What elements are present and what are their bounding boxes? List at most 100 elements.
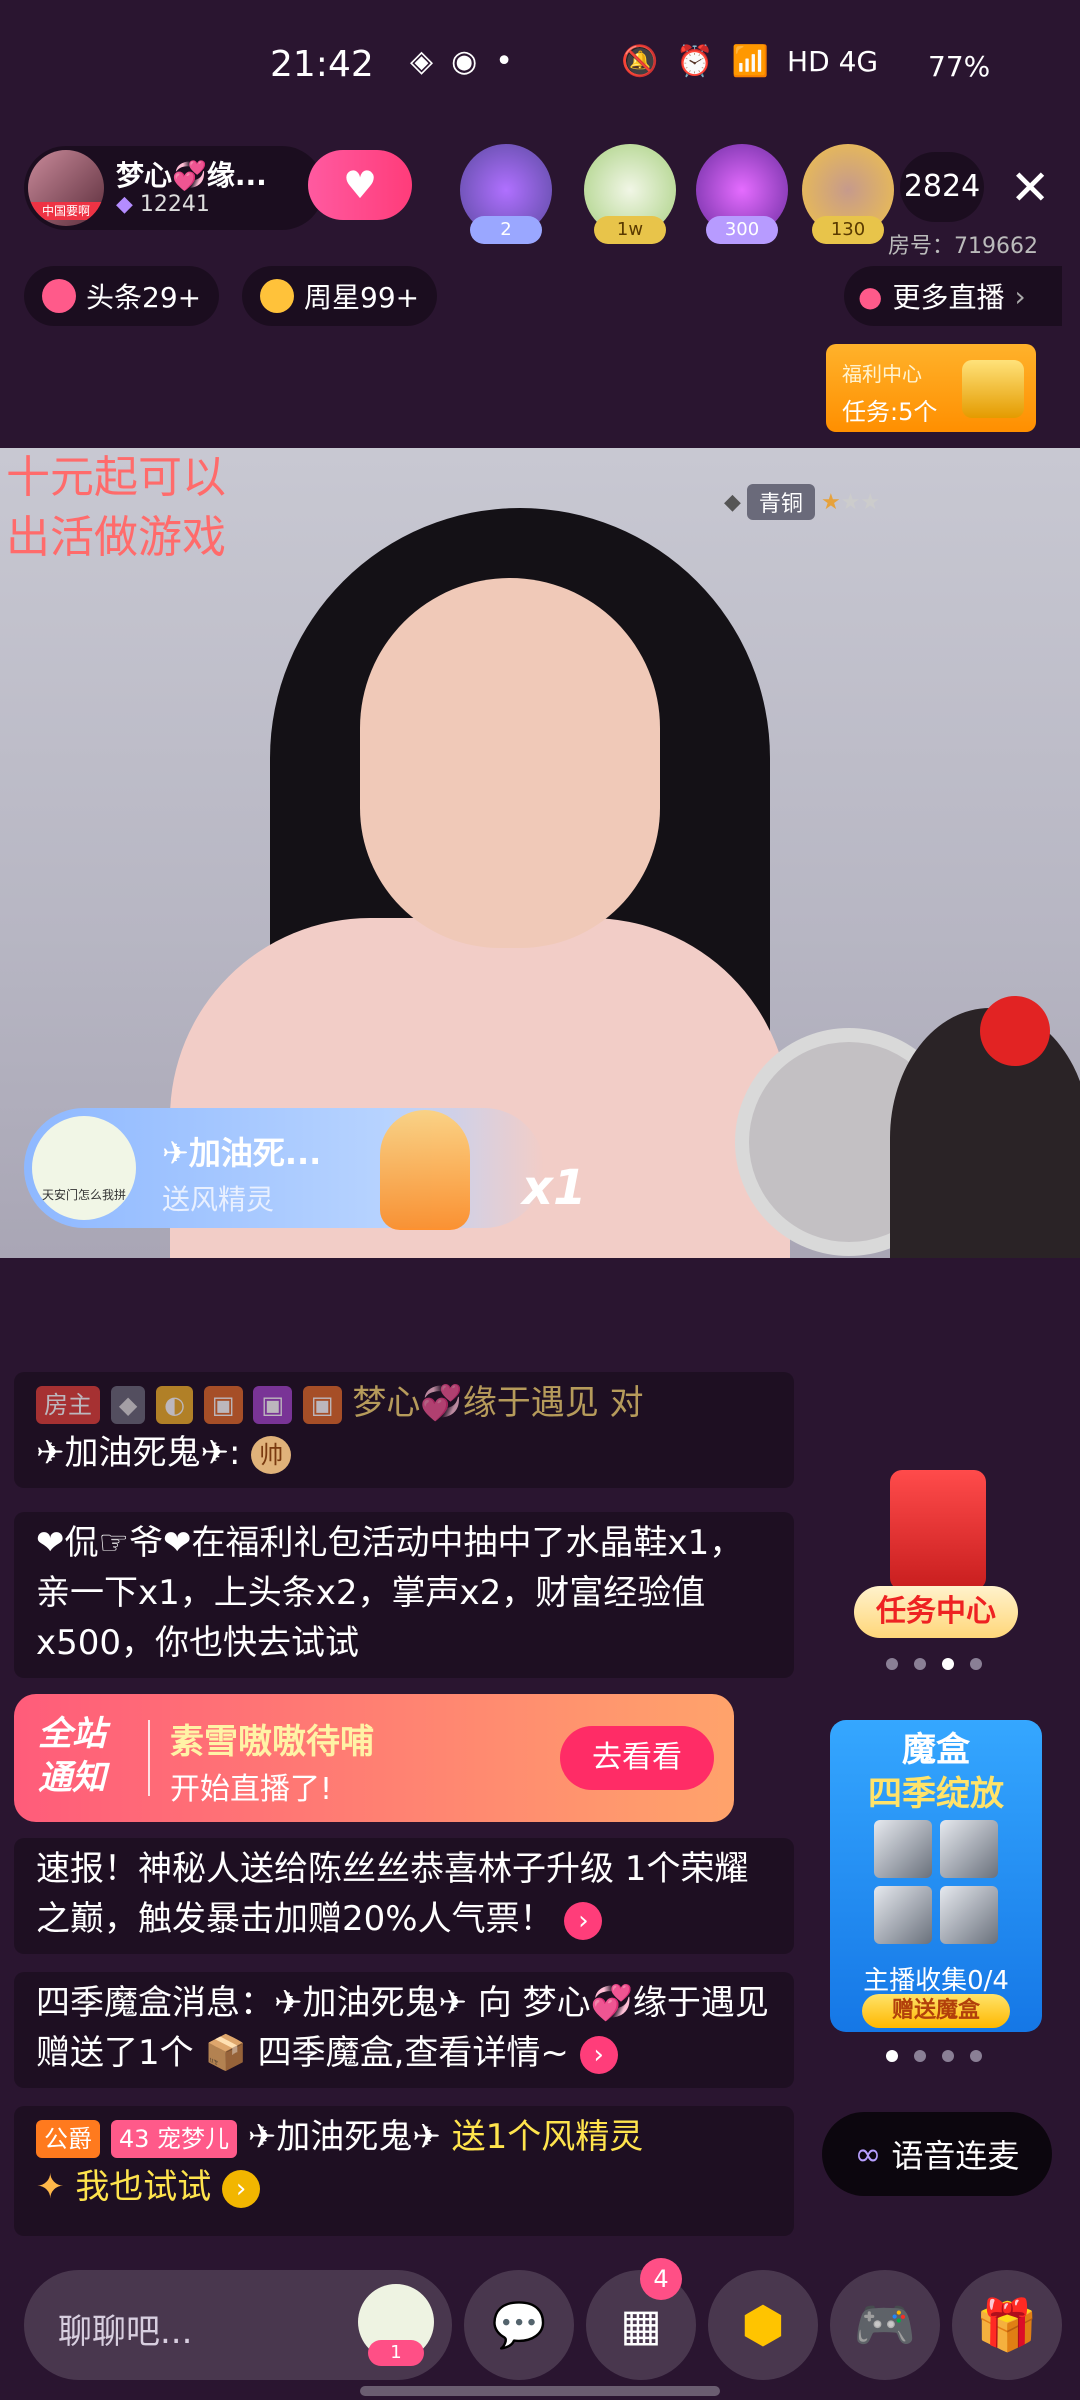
game-button[interactable]: 🎮	[830, 2270, 940, 2380]
live-icon: ●	[858, 279, 883, 313]
weekly-star-label: 周星99+	[304, 281, 420, 314]
game-controller-icon: 🎮	[853, 2295, 917, 2354]
emoji-sticker: 帅	[251, 1435, 292, 1474]
chat-user: ✈加油死鬼✈:	[36, 1433, 241, 1473]
welfare-title: 福利中心	[842, 362, 922, 386]
chevron-right-icon[interactable]: ›	[564, 1901, 603, 1940]
top-viewer-1[interactable]: 2	[460, 144, 552, 244]
carousel-dot	[970, 2050, 982, 2062]
chat-text: 梦心💞缘于遇见 对	[352, 1383, 644, 1423]
chat-message-2[interactable]: ❤侃☞爷❤在福利礼包活动中抽中了水晶鞋x1，亲一下x1，上头条x2，掌声x2，财…	[14, 1512, 794, 1678]
go-watch-button[interactable]: 去看看	[560, 1726, 714, 1790]
notice-subtitle: 开始直播了!	[170, 1772, 333, 1807]
avatar-caption: 天安门怎么我拼	[41, 1188, 126, 1202]
notice-nickname: 素雪嗷嗷待哺	[170, 1722, 374, 1762]
chat-message-1[interactable]: 房主 ◆ ◐ ▣ ▣ ▣ 梦心💞缘于遇见 对 ✈加油死鬼✈: 帅	[14, 1372, 794, 1488]
viewer-count[interactable]: 2824	[900, 152, 984, 222]
top-viewer-3[interactable]: 300	[696, 144, 788, 244]
magic-box-collect: 主播收集0/4	[863, 1966, 1009, 1996]
fans-icon: ◆	[116, 192, 133, 217]
welfare-center[interactable]: 福利中心 任务:5个	[826, 344, 1036, 432]
level-medal-icon: ◐	[156, 1385, 194, 1424]
wind-fairy-icon: ✦	[36, 2167, 65, 2207]
gift-button[interactable]: 🎁	[952, 2270, 1062, 2380]
chat-input[interactable]: 聊聊吧... 1	[24, 2270, 452, 2380]
viewer-badge: 2	[470, 216, 542, 244]
chevron-right-icon[interactable]: ›	[579, 2035, 618, 2074]
chat-text: 四季魔盒消息：✈加油死鬼✈ 向 梦心💞缘于遇见 赠送了1个 📦 四季魔盒,查看详…	[36, 1983, 769, 2073]
alarm-icon: ⏰	[676, 44, 714, 79]
send-magic-box-button[interactable]: 赠送魔盒	[862, 1994, 1010, 2028]
chevron-right-icon: ›	[1014, 279, 1026, 313]
task-center[interactable]: 任务中心	[846, 1470, 1026, 1640]
badge-medal-icon: ▣	[203, 1385, 243, 1424]
overlay-line-1: 十元起可以	[6, 452, 226, 503]
chat-message-5[interactable]: 公爵 43 宠梦儿 ✈加油死鬼✈ 送1个风精灵 ✦ 我也试试 ›	[14, 2106, 794, 2236]
carousel-dot	[886, 1658, 898, 1670]
host-fans-count: ◆ 12241	[116, 192, 210, 217]
carousel-dot	[942, 2050, 954, 2062]
welfare-tasks: 任务:5个	[842, 398, 938, 426]
app-notification-icon: ◈	[410, 44, 434, 79]
host-info[interactable]: 中国要啊 梦心💞缘... ◆ 12241	[24, 146, 324, 230]
chat-message-3[interactable]: 速报！神秘人送给陈丝丝恭喜林子升级 1个荣耀之巅，触发暴击加赠20%人气票！ ›	[14, 1838, 794, 1954]
flame-icon	[42, 279, 76, 313]
wifi-icon: 📶	[731, 44, 770, 79]
carousel-dot	[970, 1658, 982, 1670]
magic-box-title-1: 魔盒	[902, 1730, 970, 1770]
season-tile	[940, 1886, 998, 1944]
rank-medal-icon: ◆	[110, 1385, 146, 1424]
weekly-star-chip[interactable]: 周星99+	[242, 266, 438, 326]
viewer-badge: 300	[706, 216, 778, 244]
try-it-link[interactable]: 我也试试	[75, 2167, 211, 2207]
magic-box-title-2: 四季绽放	[868, 1774, 1004, 1814]
viewer-badge: 130	[812, 216, 884, 244]
chevron-right-icon[interactable]: ›	[222, 2169, 261, 2208]
home-indicator[interactable]	[360, 2386, 720, 2396]
gift-count: x1	[522, 1160, 587, 1216]
headline-chip[interactable]: 头条29+	[24, 266, 220, 326]
season-tile	[940, 1820, 998, 1878]
chat-message-1-line-2: ✈加油死鬼✈: 帅	[36, 1428, 772, 1478]
more-live-button[interactable]: ● 更多直播 ›	[844, 266, 1062, 326]
headline-label: 头条29+	[86, 281, 202, 314]
gifter-name: ✈加油死...	[162, 1134, 322, 1172]
battery-level: 77%	[928, 50, 991, 83]
fan-club-avatar[interactable]: 1	[358, 2284, 434, 2366]
room-number: 房号：719662	[888, 234, 1038, 259]
network-label: HD 4G	[787, 45, 879, 78]
message-button[interactable]: 💬	[464, 2270, 574, 2380]
magic-box-grid	[874, 1820, 998, 1944]
message-icon: 💬	[491, 2300, 547, 2351]
notice-title: 全站 通知	[38, 1712, 106, 1800]
top-viewer-4[interactable]: 130	[802, 144, 894, 244]
notice-title-line-2: 通知	[38, 1758, 106, 1798]
viewer-badge: 1w	[594, 216, 666, 244]
gift-icon: 🎁	[975, 2295, 1039, 2354]
magic-box-promo[interactable]: 魔盒 四季绽放 主播收集0/4 赠送魔盒	[830, 1720, 1042, 2032]
magic-box-title: 魔盒 四季绽放	[830, 1728, 1042, 1816]
chat-placeholder: 聊聊吧...	[58, 2312, 193, 2352]
host-avatar[interactable]: 中国要啊	[28, 150, 104, 226]
host-name: 梦心💞缘...	[116, 159, 267, 192]
status-bar: 21:42 ◈ ◉ • 🔕 ⏰ 📶 HD 4G 77%	[0, 0, 1080, 136]
streamer-face	[360, 578, 660, 948]
close-icon[interactable]: ✕	[1010, 160, 1050, 216]
red-envelope-icon	[890, 1470, 986, 1590]
top-viewer-2[interactable]: 1w	[584, 144, 676, 244]
follow-button[interactable]: ♥	[308, 150, 412, 220]
gifter-avatar[interactable]: 天安门怎么我拼	[32, 1116, 136, 1220]
voice-link-button[interactable]: ∞ 语音连麦	[822, 2112, 1052, 2196]
fan-level: 1	[368, 2340, 424, 2366]
grid-icon: ▦	[620, 2299, 662, 2351]
status-icons: ◈ ◉ • 🔕 ⏰ 📶 HD 4G	[410, 44, 878, 79]
rank-badge[interactable]: ◆ 青铜 ★★★	[724, 484, 880, 520]
chat-message-4[interactable]: 四季魔盒消息：✈加油死鬼✈ 向 梦心💞缘于遇见 赠送了1个 📦 四季魔盒,查看详…	[14, 1972, 794, 2088]
chat-message-5-line-2: ✦ 我也试试 ›	[36, 2162, 772, 2212]
chat-text: 速报！神秘人送给陈丝丝恭喜林子升级 1个荣耀之巅，触发暴击加赠20%人气票！	[36, 1849, 749, 1939]
badge-medal-icon-3: ▣	[302, 1385, 342, 1424]
carousel-dot	[914, 2050, 926, 2062]
lucky-ball-button[interactable]: ⬢	[708, 2270, 818, 2380]
notice-title-line-1: 全站	[38, 1714, 106, 1754]
carousel-dot-active	[942, 1658, 954, 1670]
